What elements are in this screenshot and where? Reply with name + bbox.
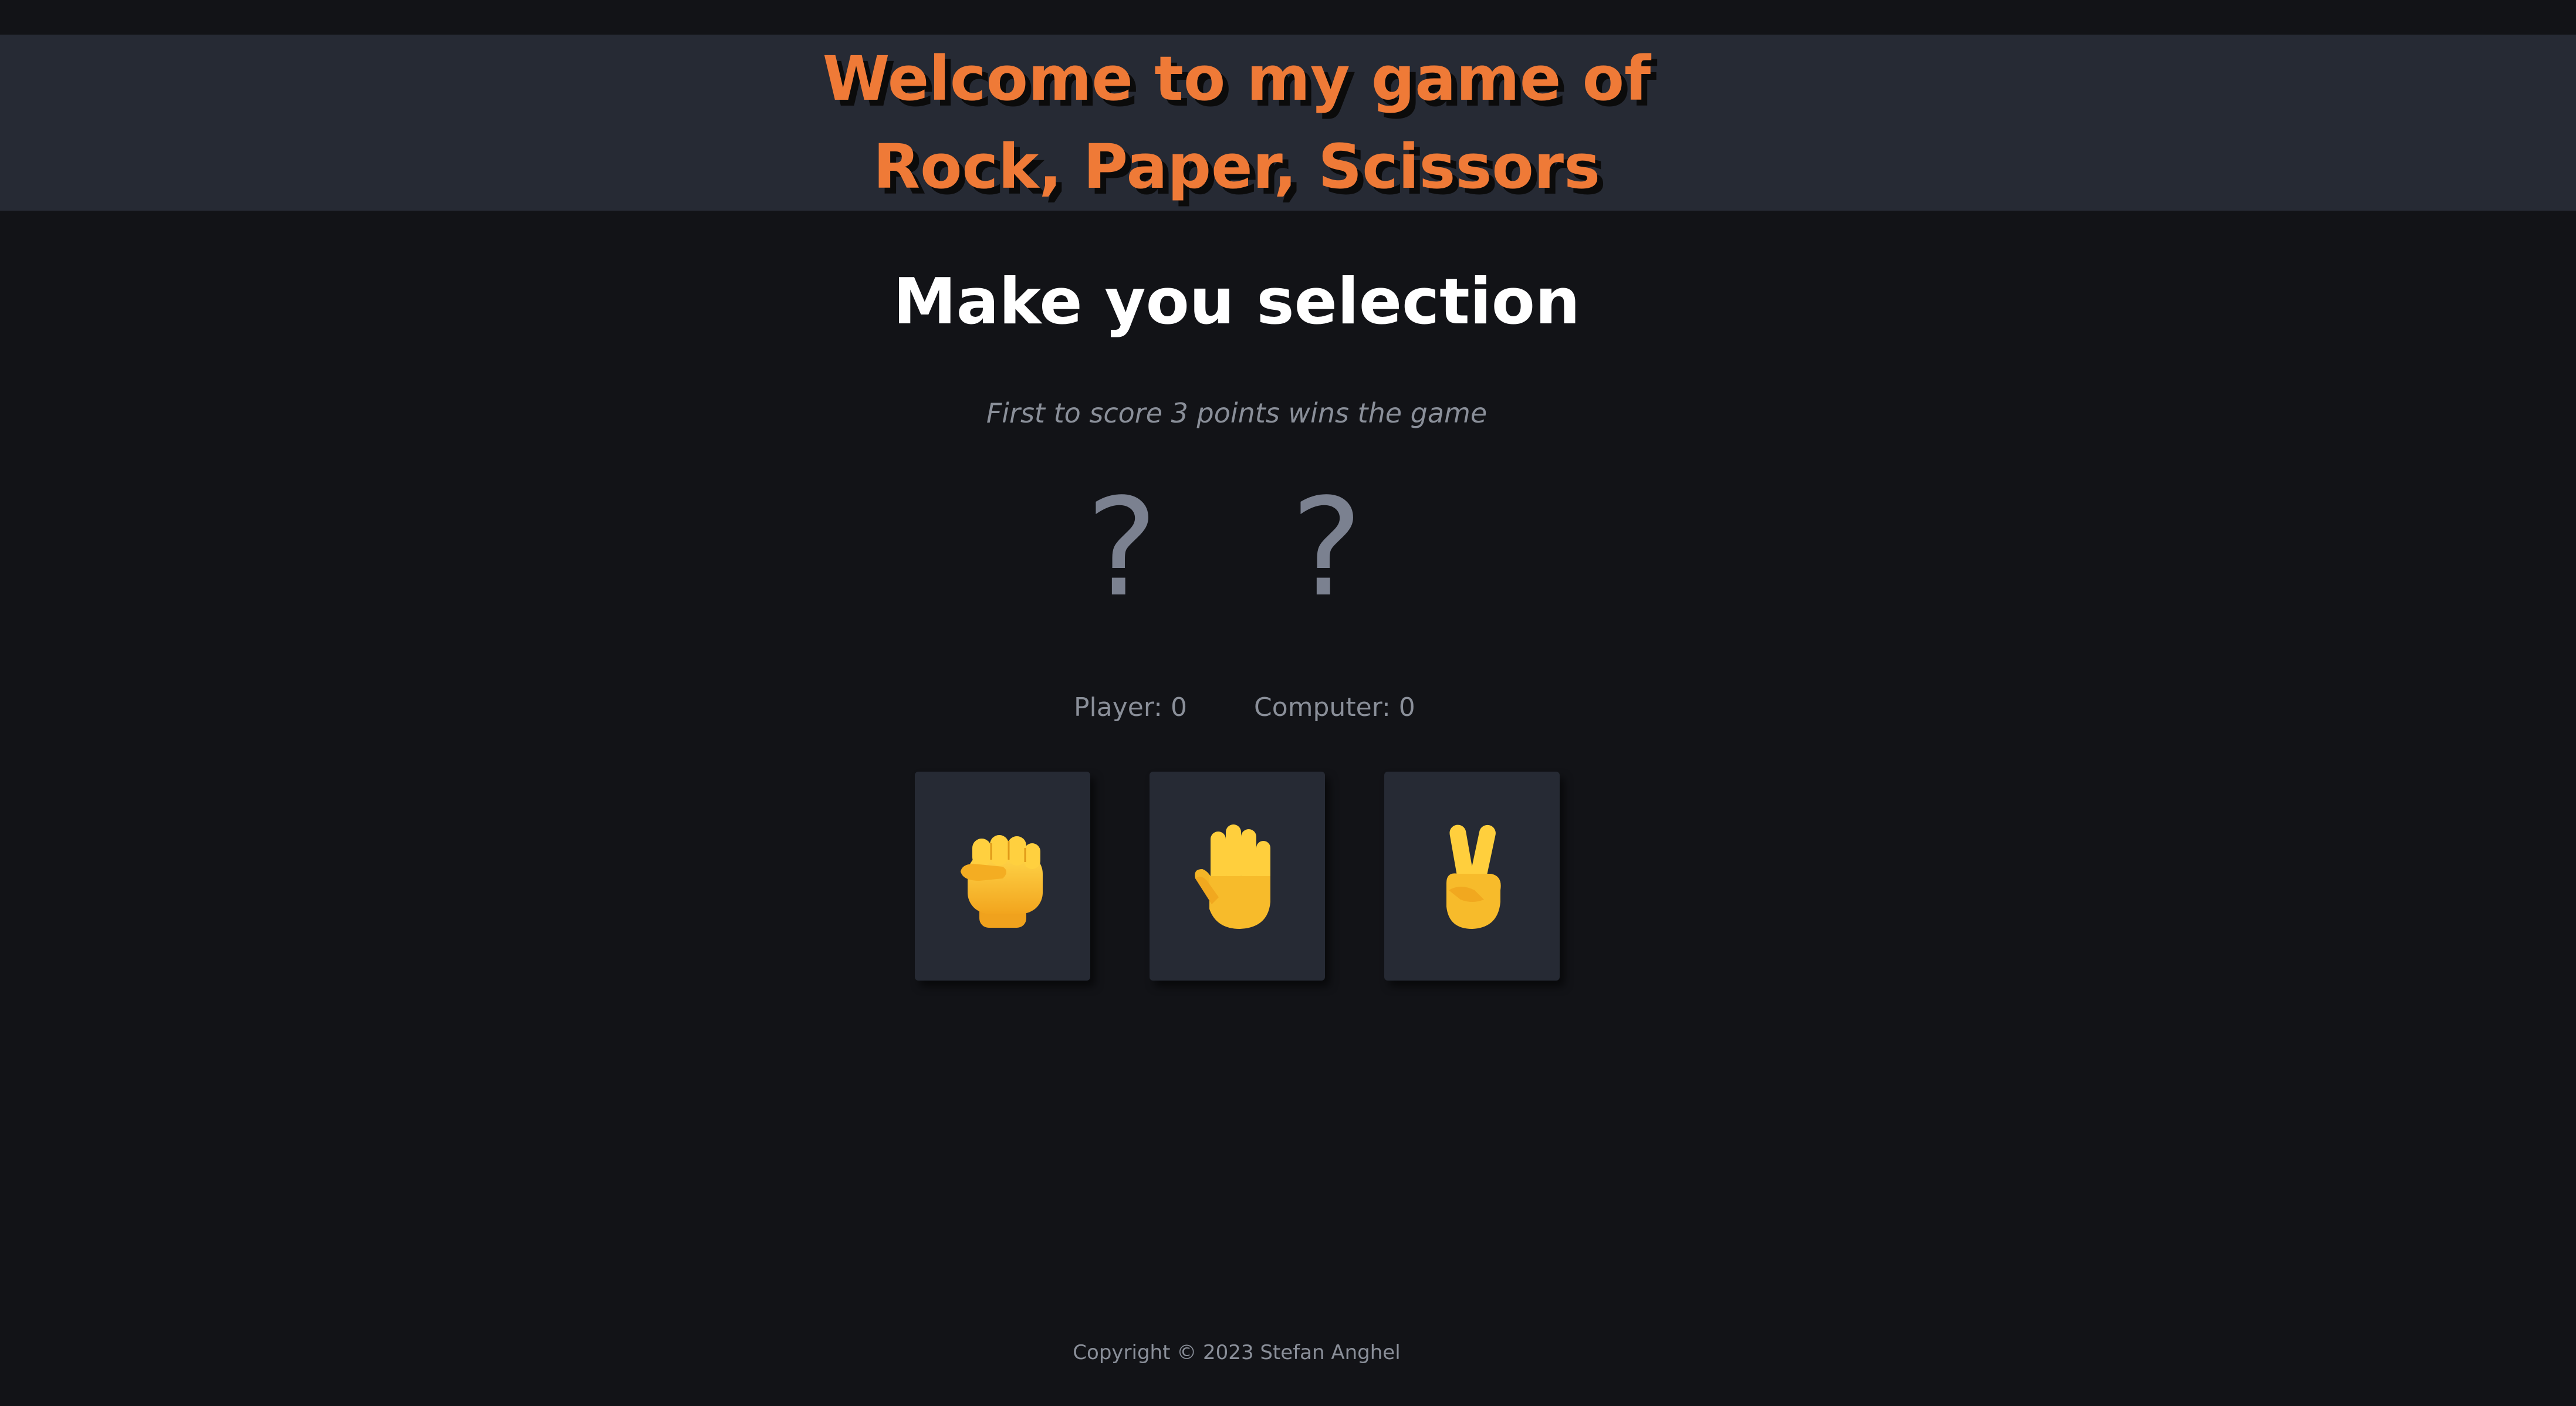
- computer-choice-display: ?: [1290, 470, 1363, 627]
- victory-hand-icon: [1446, 824, 1501, 929]
- raised-fist-icon: [960, 835, 1043, 928]
- page-title: Welcome to my game of Rock, Paper, Sciss…: [0, 35, 2473, 211]
- scissors-button[interactable]: [1384, 772, 1560, 981]
- title-line-1: Welcome to my game of: [822, 43, 1651, 114]
- game-rule-hint: First to score 3 points wins the game: [986, 397, 1488, 429]
- paper-button[interactable]: [1150, 772, 1325, 981]
- title-line-2: Rock, Paper, Scissors: [873, 131, 1600, 202]
- player-choice-display: ?: [1086, 470, 1158, 627]
- copyright-footer: Copyright © 2023 Stefan Anghel: [1073, 1341, 1401, 1364]
- rock-button[interactable]: [915, 772, 1090, 981]
- raised-hand-icon: [1194, 824, 1270, 929]
- player-score: Player: 0: [1074, 692, 1187, 722]
- computer-score: Computer: 0: [1254, 692, 1415, 722]
- selection-heading: Make you selection: [893, 265, 1580, 339]
